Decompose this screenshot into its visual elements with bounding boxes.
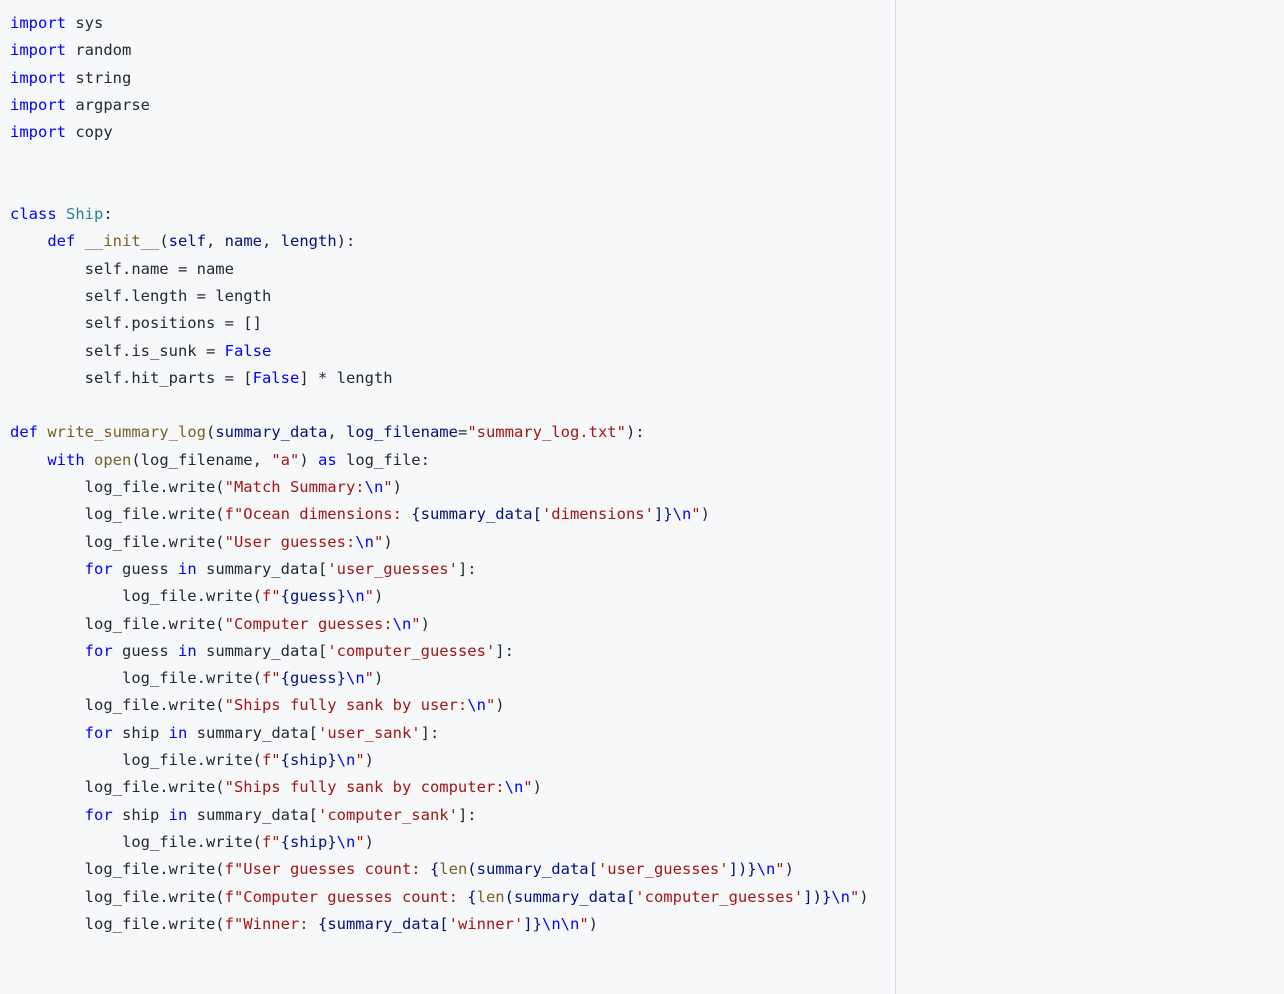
code-line: self.name = name: [10, 260, 234, 278]
code-line: import string: [10, 69, 131, 87]
code-line: log_file.write("Match Summary:\n"): [10, 478, 402, 496]
code-line: for ship in summary_data['user_sank']:: [10, 724, 439, 742]
code-line: log_file.write(f"Computer guesses count:…: [10, 888, 869, 906]
code-line: self.is_sunk = False: [10, 342, 271, 360]
code-line: log_file.write(f"{guess}\n"): [10, 587, 383, 605]
code-line: self.positions = []: [10, 314, 262, 332]
code-line: def __init__(self, name, length):: [10, 232, 355, 250]
code-line: import copy: [10, 123, 113, 141]
code-line: for guess in summary_data['computer_gues…: [10, 642, 514, 660]
code-line: log_file.write("Ships fully sank by user…: [10, 696, 505, 714]
code-line: log_file.write("Ships fully sank by comp…: [10, 778, 542, 796]
code-line: self.hit_parts = [False] * length: [10, 369, 393, 387]
code-line: for guess in summary_data['user_guesses'…: [10, 560, 477, 578]
code-line: log_file.write(f"Winner: {summary_data['…: [10, 915, 598, 933]
code-line: log_file.write("User guesses:\n"): [10, 533, 393, 551]
code-line: self.length = length: [10, 287, 271, 305]
code-line: with open(log_filename, "a") as log_file…: [10, 451, 430, 469]
code-line: import sys: [10, 14, 103, 32]
code-block: import sys import random import string i…: [10, 10, 1274, 938]
code-line: for ship in summary_data['computer_sank'…: [10, 806, 477, 824]
code-line: log_file.write(f"User guesses count: {le…: [10, 860, 794, 878]
code-line: import argparse: [10, 96, 150, 114]
code-line: import random: [10, 41, 131, 59]
page: import sys import random import string i…: [0, 0, 1284, 994]
code-line: log_file.write(f"{guess}\n"): [10, 669, 383, 687]
code-line: log_file.write(f"Ocean dimensions: {summ…: [10, 505, 710, 523]
code-line: log_file.write(f"{ship}\n"): [10, 833, 374, 851]
code-line: class Ship:: [10, 205, 113, 223]
code-line: log_file.write(f"{ship}\n"): [10, 751, 374, 769]
code-line: log_file.write("Computer guesses:\n"): [10, 615, 430, 633]
code-line: def write_summary_log(summary_data, log_…: [10, 423, 645, 441]
